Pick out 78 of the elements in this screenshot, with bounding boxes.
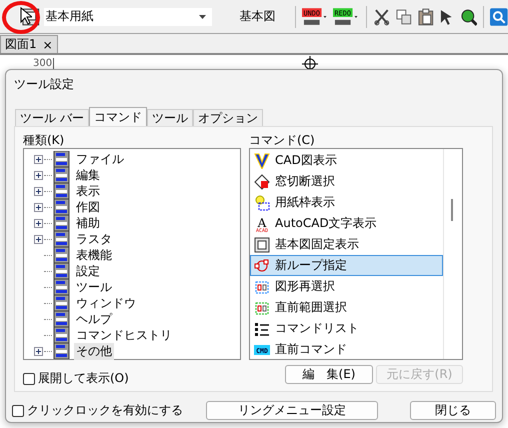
folder-icon xyxy=(53,327,70,343)
tree-item[interactable]: コマンドヒストリ xyxy=(74,326,174,344)
expand-icon[interactable] xyxy=(34,154,43,164)
frame-icon xyxy=(254,236,270,252)
ring-menu-button[interactable]: リングメニュー設定 xyxy=(206,401,378,420)
edit-button[interactable]: 編 集(E) xyxy=(285,365,373,384)
list-item[interactable]: CAD図表示 xyxy=(250,150,444,171)
paper-combo[interactable]: 基本用紙 xyxy=(44,8,212,26)
tree-item[interactable]: ヘルプ xyxy=(74,310,114,328)
list-item[interactable]: 用紙枠表示 xyxy=(250,192,444,213)
expand-icon[interactable] xyxy=(34,218,43,228)
category-tree[interactable]: ファイル 編集 表示 作図 補助 ラスタ 表機能 設定 ツール ウィンドウ ヘルプ コマンドヒストリ その他 xyxy=(23,148,241,360)
list-item[interactable]: コマンドリスト xyxy=(250,318,444,339)
tree-item[interactable]: 表機能 xyxy=(74,246,114,264)
tab[interactable]: ツール xyxy=(146,109,193,126)
tree-item[interactable]: 表示 xyxy=(74,182,102,200)
checkbox-label: クリックロックを有効にする xyxy=(27,402,183,419)
tree-item[interactable]: 作図 xyxy=(74,198,102,216)
folder-icon xyxy=(53,295,70,311)
field-label: コマンド(C) xyxy=(249,133,316,147)
expand-icon[interactable] xyxy=(34,170,43,180)
crosshair-icon xyxy=(302,56,318,72)
folder-icon xyxy=(53,311,70,327)
mouse-cursor-icon xyxy=(20,7,32,25)
close-button[interactable]: × xyxy=(42,38,53,52)
folder-icon xyxy=(53,263,70,279)
dialog-title: ツール設定 xyxy=(13,76,75,92)
tree-item[interactable]: その他 xyxy=(74,342,114,360)
close-button[interactable]: 閉じる xyxy=(410,401,496,420)
expand-icon[interactable] xyxy=(34,346,43,356)
document-tab[interactable]: 図面1 × xyxy=(0,35,58,53)
folder-icon xyxy=(53,279,70,295)
tree-item[interactable]: 補助 xyxy=(74,214,102,232)
folder-icon xyxy=(53,215,70,231)
tab[interactable]: コマンド xyxy=(88,107,147,126)
list-item[interactable]: 基本図固定表示 xyxy=(250,234,444,255)
loop-icon xyxy=(254,258,270,274)
clipboard-icon[interactable] xyxy=(416,8,434,26)
folder-icon xyxy=(53,183,70,199)
magnifier-icon[interactable] xyxy=(460,8,478,26)
scroll-thumb[interactable] xyxy=(451,199,454,221)
tree-item[interactable]: 設定 xyxy=(74,262,102,280)
checkbox[interactable] xyxy=(12,404,24,416)
tab[interactable]: オプション xyxy=(192,109,263,126)
view-label: 基本図 xyxy=(238,8,276,25)
v-shape-icon xyxy=(254,152,270,168)
folder-icon xyxy=(53,167,70,183)
checkbox-label: 展開して表示(O) xyxy=(38,370,129,387)
checkbox[interactable] xyxy=(23,372,35,384)
tree-item[interactable]: ラスタ xyxy=(74,230,114,248)
list-item[interactable]: 図形再選択 xyxy=(250,276,444,297)
expand-icon[interactable] xyxy=(34,186,43,196)
scissors-icon[interactable] xyxy=(373,8,391,26)
list-item[interactable]: 直前範囲選択 xyxy=(250,297,444,318)
expand-icon[interactable] xyxy=(34,202,43,212)
tab-label: 図面1 xyxy=(5,36,37,53)
folder-icon xyxy=(53,343,70,359)
range-icon xyxy=(254,300,270,316)
caret-icon xyxy=(199,14,206,18)
folder-icon xyxy=(53,151,70,167)
copy-icon[interactable] xyxy=(395,8,413,26)
tree-item[interactable]: 編集 xyxy=(74,166,102,184)
tree-item[interactable]: ファイル xyxy=(74,150,126,168)
expand-icon[interactable] xyxy=(34,234,43,244)
search-icon[interactable] xyxy=(490,8,508,26)
tree-item[interactable]: ツール xyxy=(74,278,114,296)
tab[interactable]: ツール バー xyxy=(15,109,89,126)
folder-icon xyxy=(53,247,70,263)
list-item[interactable]: 新ループ指定 xyxy=(250,255,444,276)
tree-item[interactable]: ウィンドウ xyxy=(74,294,138,312)
folder-icon xyxy=(53,199,70,215)
list-icon xyxy=(254,320,270,336)
folder-icon xyxy=(53,231,70,247)
selection-icon xyxy=(254,278,270,294)
list-item[interactable]: 窓切断選択 xyxy=(250,171,444,192)
bulb-icon xyxy=(254,194,270,210)
field-label: 種類(K) xyxy=(23,133,66,147)
diamond-icon xyxy=(254,174,270,190)
